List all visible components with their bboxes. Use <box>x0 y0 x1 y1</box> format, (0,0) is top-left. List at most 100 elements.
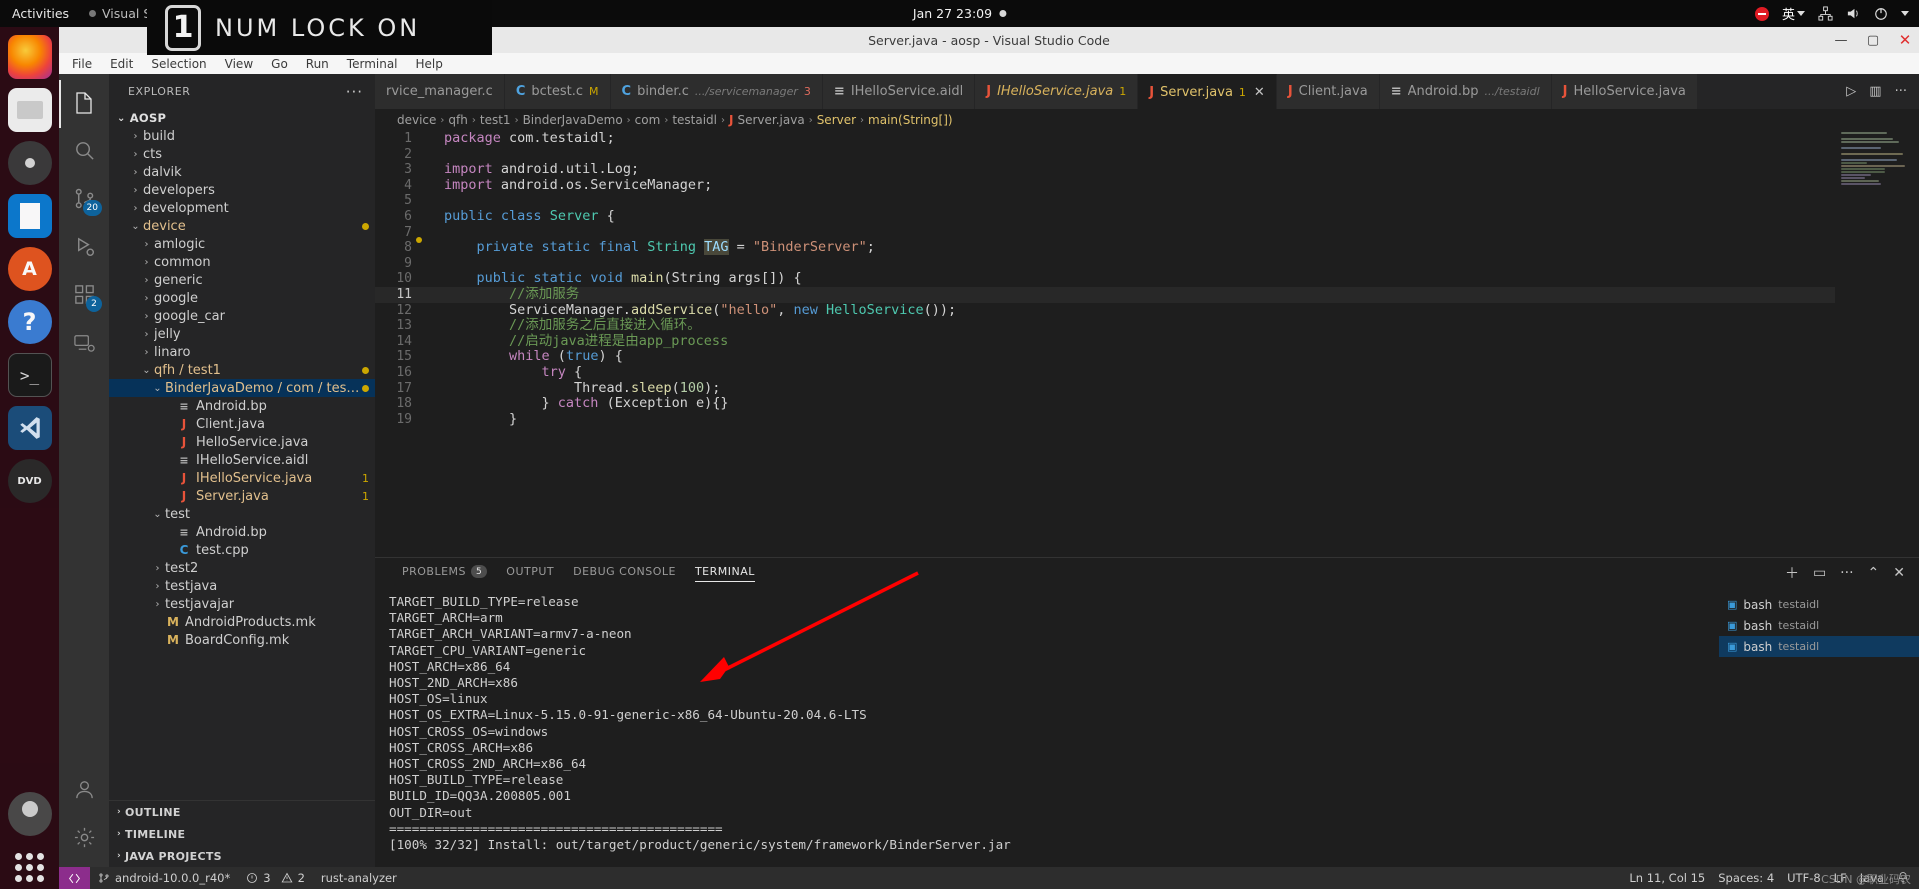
menu-run[interactable]: Run <box>304 57 331 71</box>
close-button[interactable]: ✕ <box>1897 31 1913 49</box>
tree-item[interactable]: ⌄ test <box>109 505 375 523</box>
input-method-indicator[interactable]: 英 <box>1782 4 1805 23</box>
tree-item[interactable]: › testjavajar <box>109 595 375 613</box>
terminal-output[interactable]: TARGET_BUILD_TYPE=release TARGET_ARCH=arm… <box>375 588 1719 867</box>
editor-tab[interactable]: J HelloService.java <box>1551 74 1698 109</box>
git-branch-status[interactable]: android-10.0.0_r40* <box>90 867 238 889</box>
tree-item[interactable]: M AndroidProducts.mk <box>109 613 375 631</box>
dock-item-dvd[interactable]: DVD <box>7 459 52 503</box>
terminal-list-item[interactable]: ▣ bash testaidl <box>1719 636 1919 657</box>
panel-tab-output[interactable]: OUTPUT <box>506 565 554 581</box>
tree-item[interactable]: ⌄ qfh / test1 <box>109 361 375 379</box>
terminal-list-item[interactable]: ▣ bash testaidl <box>1719 615 1919 636</box>
menu-view[interactable]: View <box>223 57 255 71</box>
editor-more-actions-button[interactable]: ··· <box>1895 84 1907 99</box>
system-menu-chevron-icon[interactable] <box>1901 11 1909 16</box>
folding-marker-icon[interactable] <box>416 237 422 243</box>
minimap[interactable] <box>1835 131 1919 557</box>
dock-item-trash[interactable] <box>7 792 52 836</box>
panel-more-icon[interactable]: ··· <box>1840 565 1853 581</box>
show-applications-button[interactable] <box>8 845 52 889</box>
sidebar-section-timeline[interactable]: › TIMELINE <box>109 823 375 845</box>
menu-help[interactable]: Help <box>414 57 445 71</box>
menu-terminal[interactable]: Terminal <box>345 57 400 71</box>
activity-bar-item-remote-explorer[interactable] <box>59 320 109 368</box>
editor-tab[interactable]: ≡ Android.bp .../testaidl <box>1379 74 1552 109</box>
tree-item[interactable]: ⌄ device <box>109 217 375 235</box>
sidebar-section-outline[interactable]: › OUTLINE <box>109 801 375 823</box>
split-editor-button[interactable]: ▥ <box>1869 84 1881 99</box>
encoding-status[interactable]: UTF-8 <box>1787 871 1821 885</box>
menu-selection[interactable]: Selection <box>149 57 208 71</box>
sidebar-section-java-projects[interactable]: › JAVA PROJECTS <box>109 845 375 867</box>
breadcrumb-item[interactable]: qfh <box>448 113 467 127</box>
split-terminal-icon[interactable]: ▭ <box>1813 565 1826 581</box>
tree-item[interactable]: J Server.java 1 <box>109 487 375 505</box>
tree-item[interactable]: › dalvik <box>109 163 375 181</box>
extension-status[interactable]: rust-analyzer <box>313 867 405 889</box>
tree-item[interactable]: J HelloService.java <box>109 433 375 451</box>
screen-record-icon[interactable] <box>1754 6 1769 21</box>
maximize-panel-icon[interactable]: ⌃ <box>1868 565 1880 581</box>
tree-item[interactable]: › jelly <box>109 325 375 343</box>
breadcrumb-item[interactable]: main(String[]) <box>868 113 953 127</box>
dock-item-ubuntu-software[interactable]: A <box>7 247 52 291</box>
panel-tab-debug-console[interactable]: DEBUG CONSOLE <box>573 565 676 581</box>
cursor-position-status[interactable]: Ln 11, Col 15 <box>1629 871 1705 885</box>
dock-item-firefox[interactable] <box>7 35 52 79</box>
indentation-status[interactable]: Spaces: 4 <box>1718 871 1774 885</box>
volume-icon[interactable] <box>1846 6 1861 21</box>
activity-bar-item-source-control[interactable]: 20 <box>59 176 109 224</box>
sidebar-more-actions-button[interactable]: ··· <box>346 83 363 101</box>
panel-tab-problems[interactable]: PROBLEMS 5 <box>402 565 488 581</box>
maximize-button[interactable]: ▢ <box>1865 32 1881 48</box>
dock-item-files[interactable] <box>7 88 52 132</box>
activity-bar-item-accounts[interactable] <box>59 767 109 815</box>
activity-bar-item-run-debug[interactable] <box>59 224 109 272</box>
activity-bar-item-settings[interactable] <box>59 815 109 863</box>
tree-item[interactable]: ≡ Android.bp <box>109 397 375 415</box>
tree-item[interactable]: › google_car <box>109 307 375 325</box>
tree-item[interactable]: M BoardConfig.mk <box>109 631 375 649</box>
tree-item[interactable]: › common <box>109 253 375 271</box>
problems-status[interactable]: 3 2 <box>238 867 313 889</box>
close-panel-icon[interactable]: ✕ <box>1893 565 1905 581</box>
tree-item[interactable]: › cts <box>109 145 375 163</box>
dock-item-terminal[interactable]: >_ <box>7 353 52 397</box>
tree-item[interactable]: › build <box>109 127 375 145</box>
tree-item[interactable]: Ctest.cpp <box>109 541 375 559</box>
editor-tab-close-icon[interactable]: ✕ <box>1254 85 1265 100</box>
tree-item[interactable]: › test2 <box>109 559 375 577</box>
breadcrumb-item[interactable]: testaidl <box>672 113 717 127</box>
power-icon[interactable] <box>1874 7 1888 21</box>
tree-item[interactable]: › linaro <box>109 343 375 361</box>
editor-tab[interactable]: ≡ IHelloService.aidl <box>822 74 976 109</box>
menu-file[interactable]: File <box>70 57 94 71</box>
dock-item-help[interactable]: ? <box>7 300 52 344</box>
dock-item-rhythmbox[interactable] <box>7 141 52 185</box>
breadcrumb-item[interactable]: test1 <box>480 113 511 127</box>
tree-item[interactable]: J Client.java <box>109 415 375 433</box>
code-editor[interactable]: 1 package com.testaidl; 2 3 import android.u… <box>375 131 1919 557</box>
breadcrumb-item[interactable]: device <box>397 113 436 127</box>
editor-tab[interactable]: J Server.java 1 ✕ <box>1138 74 1277 109</box>
activity-bar-item-search[interactable] <box>59 128 109 176</box>
editor-tab[interactable]: Cbinder.c .../servicemanager 3 <box>610 74 823 109</box>
network-icon[interactable] <box>1818 6 1833 21</box>
remote-indicator-button[interactable] <box>59 867 90 889</box>
dock-item-vscode[interactable] <box>7 406 52 450</box>
breadcrumb-item[interactable]: Server.java <box>737 113 804 127</box>
tree-item[interactable]: J IHelloService.java 1 <box>109 469 375 487</box>
tree-item[interactable]: › generic <box>109 271 375 289</box>
panel-tab-terminal[interactable]: TERMINAL <box>694 565 755 582</box>
tree-item[interactable]: › google <box>109 289 375 307</box>
activity-bar-item-extensions[interactable]: 2 <box>59 272 109 320</box>
minimize-button[interactable]: — <box>1833 32 1849 48</box>
terminal-list-item[interactable]: ▣ bash testaidl <box>1719 594 1919 615</box>
breadcrumb-item[interactable]: Server <box>817 113 856 127</box>
tree-item[interactable]: › amlogic <box>109 235 375 253</box>
tree-item[interactable]: ⌄ BinderJavaDemo / com / testaidl <box>109 379 375 397</box>
menu-go[interactable]: Go <box>269 57 290 71</box>
breadcrumb-item[interactable]: com <box>635 113 661 127</box>
editor-tab[interactable]: rvice_manager.c <box>375 74 505 109</box>
